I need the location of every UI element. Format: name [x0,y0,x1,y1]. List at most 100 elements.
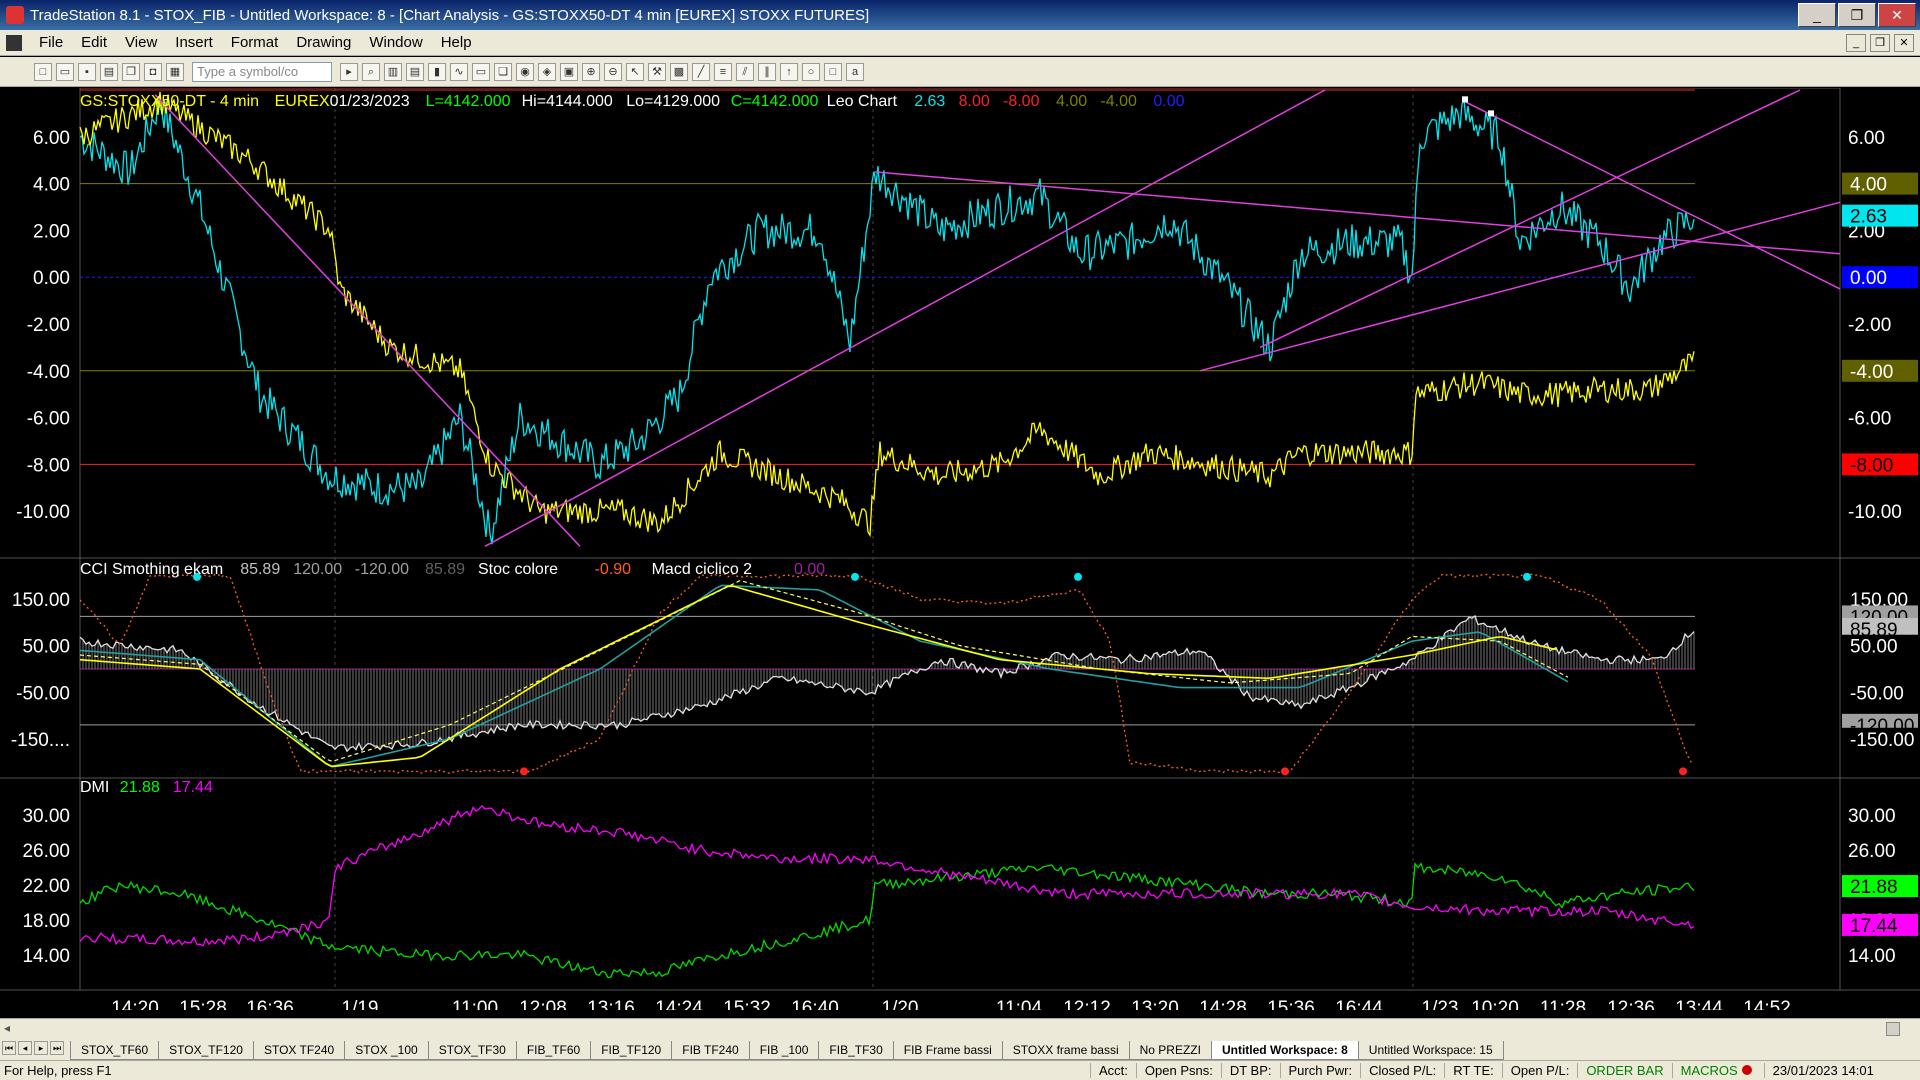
mdi-restore-button[interactable]: ❐ [1870,34,1890,52]
tab-first-icon[interactable]: ⏮ [2,1041,16,1055]
time-axis-label: 16:44 [1335,998,1383,1010]
channel-icon[interactable]: ⫽ [736,62,754,81]
strategy-icon[interactable]: ◈ [538,62,556,81]
menu-insert[interactable]: Insert [166,34,222,51]
macd-value: 0.00 [794,561,825,578]
window-icon[interactable]: ▭ [472,62,490,81]
print-icon[interactable]: ▤ [100,62,118,81]
indicator-value-label: 4.00 [1056,93,1087,110]
indicator-value-label: 0.00 [1153,93,1184,110]
axis-value-badge-text: -4.00 [1850,362,1893,383]
menu-edit[interactable]: Edit [72,34,116,51]
workspace-tab[interactable]: Untitled Workspace: 15 [1357,1041,1504,1060]
y-tick-label: -10.00 [16,502,70,523]
close-button[interactable]: ✕ [1878,3,1916,27]
menu-window[interactable]: Window [360,34,431,51]
menu-view[interactable]: View [116,34,166,51]
menu-file[interactable]: File [30,34,72,51]
scroll-left-icon[interactable]: ◂ [4,1021,10,1035]
dmi-minus-value: 17.44 [173,779,213,796]
horizontal-scrollbar[interactable]: ◂ [0,1018,1920,1038]
save-icon[interactable]: ▪ [78,62,96,81]
pointer-icon[interactable]: ↖ [626,62,644,81]
symbol-input[interactable]: Type a symbol/co [192,61,332,82]
arrow-up-icon[interactable]: ↑ [780,62,798,81]
y-tick-label-right: 26.00 [1848,841,1896,862]
chart-exchange-label: EUREX [275,93,330,110]
menu-help[interactable]: Help [432,34,481,51]
ellipse-icon[interactable]: ○ [802,62,820,81]
workspace-tab[interactable]: FIB TF240 [671,1041,750,1060]
rectangle-icon[interactable]: □ [824,62,842,81]
workspace-tab[interactable]: FIB Frame bassi [892,1041,1003,1060]
workspace-tab[interactable]: STOX _100 [344,1041,429,1060]
order-bar-button[interactable]: ORDER BAR [1577,1063,1671,1078]
window-title: TradeStation 8.1 - STOX_FIB - Untitled W… [30,6,870,24]
scroll-thumb[interactable] [1886,1022,1900,1036]
cci-lower-value: -120.00 [355,561,409,578]
table-icon[interactable]: ▤ [406,62,424,81]
trendline [154,94,581,547]
y-tick-label: -6.00 [27,409,70,430]
time-axis-label: 15:32 [723,998,771,1010]
new-icon[interactable]: □ [34,62,52,81]
zoom-search-icon[interactable]: ⌕ [362,62,380,81]
time-axis-label: 12:12 [1063,998,1111,1010]
restore-button[interactable]: ❐ [1838,3,1876,27]
stoc-title: Stoc colore [478,561,558,578]
order-icon[interactable]: ▩ [670,62,688,81]
cci-upper-value: 120.00 [293,561,342,578]
workspace-tab[interactable]: STOX TF240 [252,1041,346,1060]
y-tick-label-right: -6.00 [1848,409,1891,430]
macros-button[interactable]: MACROS [1671,1063,1764,1078]
chart-area[interactable]: 6.006.004.004.002.002.000.000.00-2.00-2.… [0,88,1920,1010]
axis-value-badge-text: -150.00 [1850,730,1914,751]
bar-chart-icon[interactable]: ▮ [428,62,446,81]
signal-dot [1281,767,1289,776]
workspace-tab[interactable]: FIB_TF30 [818,1041,894,1060]
workspace-tab[interactable]: FIB_TF60 [515,1041,592,1060]
axis-value-badge-text: -50.00 [1850,683,1904,704]
window-titlebar[interactable]: TradeStation 8.1 - STOX_FIB - Untitled W… [0,0,1920,30]
workspace-tab[interactable]: FIB _100 [748,1041,820,1060]
chart-icon[interactable]: ▥ [384,62,402,81]
copy-icon[interactable]: ❐ [122,62,140,81]
open-icon[interactable]: ▭ [56,62,74,81]
tab-prev-icon[interactable]: ◂ [18,1041,32,1055]
zoom-out-icon[interactable]: ⊖ [604,62,622,81]
menu-format[interactable]: Format [222,34,288,51]
text-icon[interactable]: a [846,62,864,81]
minimize-button[interactable]: _ [1798,3,1836,27]
indicator-icon[interactable]: ◉ [516,62,534,81]
tab-last-icon[interactable]: ⏭ [50,1041,64,1055]
chart-window-icon[interactable] [6,34,22,51]
workspace-tab[interactable]: Untitled Workspace: 8 [1210,1041,1359,1060]
play-icon[interactable]: ▸ [340,62,358,81]
indicator-name-label: Leo Chart [827,93,898,110]
chart-low-label: Lo=4129.000 [626,93,720,110]
workspace-tab[interactable]: No PREZZI [1128,1041,1212,1060]
fib-icon[interactable]: ∥ [758,62,776,81]
tab-next-icon[interactable]: ▸ [34,1041,48,1055]
y-tick-label: -4.00 [27,362,70,383]
workspace-tab[interactable]: STOX_TF120 [158,1041,254,1060]
workspace-tab[interactable]: STOX_TF60 [70,1041,160,1060]
trendline-icon[interactable]: ╱ [692,62,710,81]
mdi-minimize-button[interactable]: _ [1846,34,1866,52]
workspace-tab[interactable]: STOXX frame bassi [1001,1041,1130,1060]
workspace-tab[interactable]: STOX_TF30 [427,1041,517,1060]
menu-drawing[interactable]: Drawing [287,34,360,51]
zoom-in-icon[interactable]: ⊕ [582,62,600,81]
cci-title: CCI Smothing ekam [80,561,223,578]
hline-icon[interactable]: ≡ [714,62,732,81]
grid-icon[interactable]: ▦ [166,62,184,81]
mdi-close-button[interactable]: ✕ [1894,34,1914,52]
status-datetime: 23/01/2023 14:01 [1763,1063,1882,1078]
line-chart-icon[interactable]: ∿ [450,62,468,81]
cascade-icon[interactable]: ❏ [494,62,512,81]
dmi-plus-value: 21.88 [120,779,160,796]
workspace-tab[interactable]: FIB_TF120 [590,1041,673,1060]
tools-icon[interactable]: ⚒ [648,62,666,81]
scan-icon[interactable]: ▣ [560,62,578,81]
lock-icon[interactable]: ◘ [144,62,162,81]
